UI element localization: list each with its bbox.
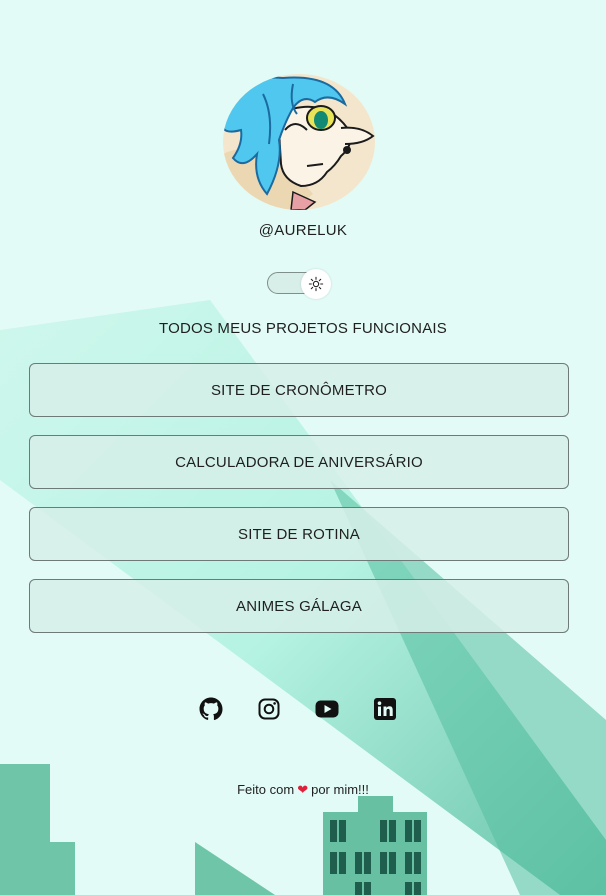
avatar-image [223,74,375,210]
link-button-animes[interactable]: ANIMES GÁLAGA [29,579,569,633]
profile-handle: @AURELUK [258,222,348,239]
github-icon[interactable] [199,697,223,721]
footer-text: Feito com ❤ por mim!!! [0,782,606,798]
section-title: TODOS MEUS PROJETOS FUNCIONAIS [159,320,447,337]
link-button-rotina[interactable]: SITE DE ROTINA [29,507,569,561]
sun-icon [308,276,324,292]
theme-toggle[interactable] [267,269,331,299]
link-label: ANIMES GÁLAGA [236,597,362,615]
linkedin-icon[interactable] [373,697,397,721]
link-label: SITE DE ROTINA [238,525,360,543]
toggle-knob[interactable] [301,269,331,299]
footer-prefix: Feito com [237,782,295,797]
link-label: SITE DE CRONÔMETRO [210,381,388,399]
avatar [223,74,375,210]
youtube-icon[interactable] [315,697,339,721]
instagram-icon[interactable] [257,697,281,721]
link-button-calculadora[interactable]: CALCULADORA DE ANIVERSÁRIO [29,435,569,489]
heart-icon: ❤ [297,782,309,797]
link-label: CALCULADORA DE ANIVERSÁRIO [175,453,423,471]
link-button-cronometro[interactable]: SITE DE CRONÔMETRO [29,363,569,417]
footer-suffix: por mim!!! [311,782,369,797]
